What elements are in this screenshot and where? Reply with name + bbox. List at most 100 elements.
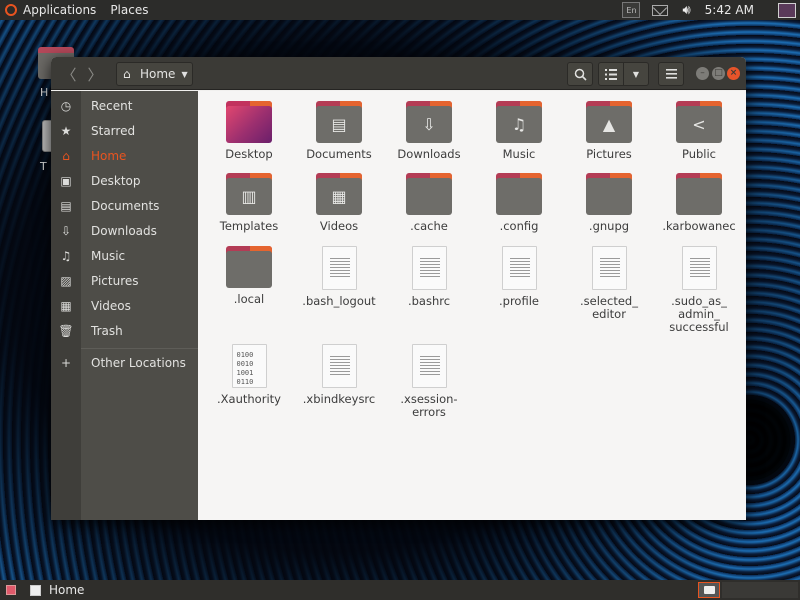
show-desktop-icon[interactable] — [6, 585, 16, 595]
search-icon — [574, 68, 587, 81]
file-item[interactable]: 0100 0010 1001 0110 .Xauthority — [204, 344, 294, 406]
view-toggle-button[interactable] — [598, 62, 624, 86]
file-name: .karbowanec — [662, 219, 736, 233]
file-item[interactable]: .xbindkeysrc — [294, 344, 384, 406]
clock[interactable]: 5:42 AM — [705, 3, 754, 17]
music-icon: ♫ — [511, 115, 527, 134]
mail-icon[interactable] — [652, 4, 669, 16]
file-name: .bash_logout — [302, 294, 376, 308]
templates-icon: ▥ — [241, 187, 257, 206]
sidebar-item-home[interactable]: ⌂ Home — [51, 143, 198, 168]
plus-icon: + — [60, 355, 72, 370]
sidebar-item-other-locations[interactable]: + Other Locations — [51, 350, 198, 375]
chevron-left-icon: 〈 — [61, 65, 77, 84]
sidebar-item-videos[interactable]: ▦ Videos — [51, 293, 198, 318]
text-file-icon — [321, 246, 357, 290]
file-item[interactable]: .xsession- errors — [384, 344, 474, 419]
share-icon: < — [692, 115, 706, 134]
file-item[interactable]: .local — [204, 246, 294, 306]
file-item[interactable]: .bashrc — [384, 246, 474, 308]
folder-icon — [406, 173, 452, 215]
sidebar-item-desktop[interactable]: ▣ Desktop — [51, 168, 198, 193]
workspace-switcher-1[interactable] — [698, 582, 720, 598]
close-button[interactable]: × — [727, 67, 740, 80]
file-item[interactable]: .bash_logout — [294, 246, 384, 308]
file-item[interactable]: .cache — [384, 173, 474, 233]
file-item[interactable]: .karbowanec — [654, 173, 744, 233]
folder-icon: ▤ — [316, 101, 362, 143]
volume-icon[interactable]: 🔊︎ — [682, 3, 690, 18]
sidebar-item-music[interactable]: ♫ Music — [51, 243, 198, 268]
folder-icon: ▥ — [226, 173, 272, 215]
sidebar-separator — [81, 348, 198, 349]
file-name: Videos — [319, 219, 359, 233]
file-item[interactable]: ▦ Videos — [294, 173, 384, 233]
file-name: Documents — [306, 147, 372, 161]
download-icon: ⇩ — [60, 223, 72, 238]
sidebar-item-label: Downloads — [91, 223, 157, 238]
folder-icon: < — [676, 101, 722, 143]
file-item[interactable]: ♫ Music — [474, 101, 564, 161]
sidebar-item-documents[interactable]: ▤ Documents — [51, 193, 198, 218]
pictures-icon: ▲ — [602, 115, 616, 134]
file-item[interactable]: Desktop — [204, 101, 294, 161]
file-name: .sudo_as_ admin_ successful — [669, 294, 729, 334]
file-item[interactable]: .profile — [474, 246, 564, 308]
keyboard-layout-indicator[interactable]: En — [622, 2, 641, 18]
sidebar-item-label: Starred — [91, 123, 136, 138]
file-name: .cache — [410, 219, 448, 233]
path-bar-home-button[interactable]: ⌂ Home ▼ — [116, 62, 193, 86]
file-item[interactable]: .selected_ editor — [564, 246, 654, 321]
text-file-icon — [591, 246, 627, 290]
sidebar-item-pictures[interactable]: ▨ Pictures — [51, 268, 198, 293]
folder-icon — [586, 173, 632, 215]
folder-icon: ♫ — [496, 101, 542, 143]
file-name: Pictures — [586, 147, 632, 161]
main-menu-button[interactable] — [658, 62, 684, 86]
sidebar-item-starred[interactable]: ★ Starred — [51, 118, 198, 143]
search-button[interactable] — [567, 62, 593, 86]
forward-button[interactable]: 〉 — [83, 62, 107, 86]
file-name: .xbindkeysrc — [302, 392, 376, 406]
sidebar-item-label: Trash — [91, 323, 123, 338]
documents-icon: ▤ — [60, 198, 72, 213]
sidebar-item-downloads[interactable]: ⇩ Downloads — [51, 218, 198, 243]
recent-icon: ◷ — [60, 98, 72, 113]
workspace-switcher-2[interactable] — [722, 582, 798, 598]
music-icon: ♫ — [60, 248, 72, 263]
sidebar-item-label: Desktop — [91, 173, 141, 188]
taskbar-item-home[interactable]: Home — [24, 581, 91, 599]
sidebar-item-label: Pictures — [91, 273, 139, 288]
sidebar-item-recent[interactable]: ◷ Recent — [51, 93, 198, 118]
file-item[interactable]: ▲ Pictures — [564, 101, 654, 161]
sidebar-item-label: Recent — [91, 98, 133, 113]
applications-menu[interactable]: Applications — [23, 3, 96, 17]
sidebar-item-trash[interactable]: 🗑︎ Trash — [51, 318, 198, 343]
header-bar: 〈 〉 ⌂ Home ▼ ▼ – □ × — [51, 57, 746, 90]
home-icon: ⌂ — [123, 67, 131, 81]
text-file-icon — [411, 344, 447, 388]
text-file-icon — [321, 344, 357, 388]
ubuntu-logo-icon[interactable] — [5, 4, 17, 16]
maximize-button[interactable]: □ — [712, 67, 725, 80]
file-item[interactable]: .config — [474, 173, 564, 233]
file-name: .selected_ editor — [580, 294, 638, 321]
file-item[interactable]: ⇩ Downloads — [384, 101, 474, 161]
binary-file-icon: 0100 0010 1001 0110 — [231, 344, 267, 388]
back-button[interactable]: 〈 — [57, 62, 81, 86]
file-item[interactable]: .gnupg — [564, 173, 654, 233]
file-item[interactable]: ▥ Templates — [204, 173, 294, 233]
file-name: Downloads — [397, 147, 461, 161]
view-options-button[interactable]: ▼ — [623, 62, 649, 86]
chevron-down-icon: ▼ — [632, 69, 640, 79]
file-name: .profile — [499, 294, 539, 308]
window-icon — [30, 584, 41, 596]
file-item[interactable]: .sudo_as_ admin_ successful — [654, 246, 744, 334]
file-item[interactable]: ▤ Documents — [294, 101, 384, 161]
file-item[interactable]: < Public — [654, 101, 744, 161]
session-icon[interactable] — [778, 2, 796, 18]
places-menu[interactable]: Places — [110, 3, 148, 17]
top-panel: Applications Places En 🔊︎ 5:42 AM — [0, 0, 800, 20]
minimize-button[interactable]: – — [696, 67, 709, 80]
chevron-right-icon: 〉 — [87, 65, 103, 84]
